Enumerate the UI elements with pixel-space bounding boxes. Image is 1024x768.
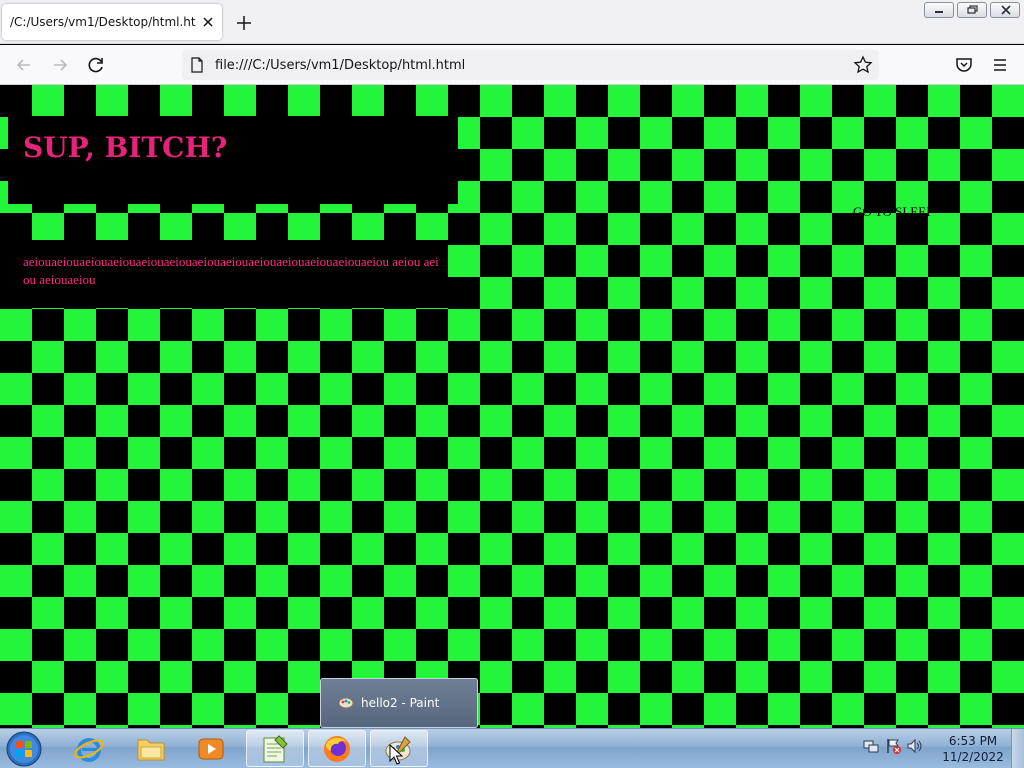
close-window-button[interactable] xyxy=(990,2,1020,18)
web-page: SUP, BITCH? aeiouaeiouaeiouaeiouaeiouaei… xyxy=(0,85,1024,728)
show-desktop-button[interactable] xyxy=(1011,729,1024,768)
system-clock[interactable]: 6:53 PM 11/2/2022 xyxy=(940,733,1006,765)
clock-time: 6:53 PM xyxy=(948,734,998,748)
firefox-icon[interactable] xyxy=(308,730,366,767)
page-paragraph: aeiouaeiouaeiouaeiouaeiouaeiouaeiouaeiou… xyxy=(23,254,439,287)
file-explorer-icon[interactable] xyxy=(122,730,180,767)
media-player-icon[interactable] xyxy=(182,730,240,767)
window-controls xyxy=(924,2,1020,20)
internet-explorer-icon[interactable] xyxy=(60,730,118,767)
mouse-cursor-icon xyxy=(389,743,404,768)
url-text: file:///C:/Users/vm1/Desktop/html.html xyxy=(215,58,466,73)
browser-tab[interactable]: /C:/Users/vm1/Desktop/html.html xyxy=(2,4,222,40)
back-icon[interactable] xyxy=(12,53,36,77)
menu-icon[interactable] xyxy=(988,53,1012,77)
tab-title: /C:/Users/vm1/Desktop/html.html xyxy=(10,15,196,29)
new-tab-icon[interactable] xyxy=(232,11,256,35)
pocket-icon[interactable] xyxy=(952,53,976,77)
taskbar: 6:53 PM 11/2/2022 xyxy=(0,728,1024,768)
network-icon[interactable] xyxy=(862,737,880,758)
clock-date: 11/2/2022 xyxy=(942,750,1004,764)
browser-navbar: file:///C:/Users/vm1/Desktop/html.html xyxy=(0,45,1024,85)
forward-icon[interactable] xyxy=(48,53,72,77)
action-center-flag-icon[interactable] xyxy=(884,737,902,758)
paint-thumbnail-popup[interactable]: hello2 - Paint xyxy=(320,678,478,728)
system-tray xyxy=(862,737,924,758)
side-text: GO TO SLEEP xyxy=(853,204,934,219)
notepad-plus-plus-icon[interactable] xyxy=(246,730,304,767)
paint-icon xyxy=(338,694,354,713)
page-heading: SUP, BITCH? xyxy=(23,131,228,164)
reload-icon[interactable] xyxy=(84,53,108,77)
restore-button[interactable] xyxy=(957,2,987,18)
minimize-button[interactable] xyxy=(924,2,954,18)
page-icon xyxy=(190,57,204,76)
close-tab-icon[interactable] xyxy=(198,12,218,32)
bookmark-star-icon[interactable] xyxy=(853,55,873,78)
browser-titlebar: /C:/Users/vm1/Desktop/html.html xyxy=(0,0,1024,44)
address-bar[interactable]: file:///C:/Users/vm1/Desktop/html.html xyxy=(182,50,879,80)
start-button[interactable] xyxy=(4,730,44,768)
volume-icon[interactable] xyxy=(906,737,924,758)
popup-label: hello2 - Paint xyxy=(361,696,440,710)
